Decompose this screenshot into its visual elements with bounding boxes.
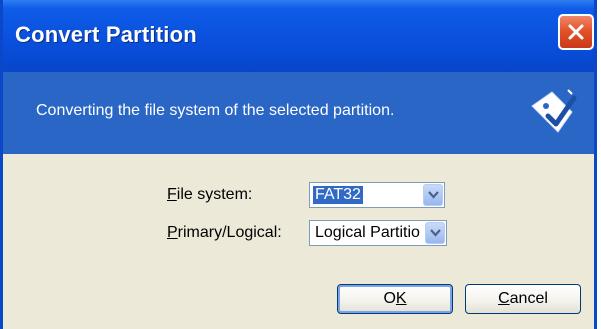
chevron-down-icon <box>427 191 439 199</box>
ok-button[interactable]: OK <box>337 284 453 314</box>
close-button[interactable] <box>558 14 594 50</box>
close-icon <box>568 24 584 40</box>
file-system-dropdown[interactable]: FAT32 <box>309 182 445 208</box>
dialog-content: File system: FAT32 Primary/Logical: Logi… <box>3 154 594 329</box>
chevron-down-icon <box>429 229 441 237</box>
dialog-header: Converting the file system of the select… <box>3 72 594 154</box>
convert-partition-dialog: Convert Partition Converting the file sy… <box>0 0 597 329</box>
file-system-value: FAT32 <box>313 186 363 204</box>
primary-logical-label: Primary/Logical: <box>167 224 282 241</box>
file-system-dropdown-button[interactable] <box>423 184 443 206</box>
primary-logical-dropdown[interactable]: Logical Partitio <box>309 220 447 246</box>
wizard-badge-icon <box>531 89 577 133</box>
header-description: Converting the file system of the select… <box>36 102 395 119</box>
primary-logical-dropdown-button[interactable] <box>425 222 445 244</box>
cancel-button[interactable]: Cancel <box>465 284 581 314</box>
title-bar[interactable]: Convert Partition <box>3 0 594 72</box>
window-title: Convert Partition <box>15 22 197 47</box>
primary-logical-value: Logical Partitio <box>315 224 420 241</box>
file-system-label: File system: <box>167 186 253 203</box>
